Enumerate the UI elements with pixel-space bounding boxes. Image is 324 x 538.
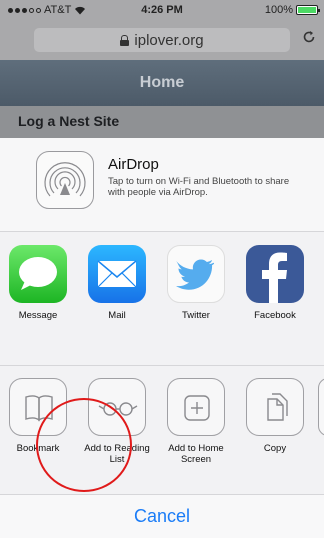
facebook-icon (246, 245, 304, 303)
action-copy[interactable]: Copy (240, 378, 310, 454)
share-apps-row: Message Mail Twitter Facebook (0, 232, 324, 366)
airdrop-icon[interactable] (36, 151, 94, 209)
airdrop-title: AirDrop (108, 156, 159, 173)
share-app-label: Mail (108, 310, 126, 321)
share-app-label: Facebook (254, 310, 296, 321)
lock-icon (120, 34, 130, 46)
copy-icon (246, 378, 304, 436)
twitter-icon (167, 245, 225, 303)
share-app-message[interactable]: Message (3, 245, 73, 321)
site-header-title: Home (139, 74, 185, 91)
battery-percent: 100% (264, 4, 293, 16)
share-app-label: Twitter (182, 310, 210, 321)
share-sheet: AirDrop Tap to turn on Wi-Fi and Bluetoo… (0, 138, 324, 538)
address-field[interactable]: iplover.org (34, 28, 290, 52)
battery-icon (296, 5, 320, 15)
battery-status: 100% (264, 4, 320, 16)
status-bar: AT&T 4:26 PM 100% (0, 0, 324, 20)
action-bookmark[interactable]: Bookmark (3, 378, 73, 454)
messages-icon (9, 245, 67, 303)
url-text: iplover.org (134, 31, 204, 49)
browser-toolbar: iplover.org (0, 20, 324, 60)
airdrop-row[interactable]: AirDrop Tap to turn on Wi-Fi and Bluetoo… (0, 138, 324, 232)
share-actions-row: Bookmark Add to Reading List Add to Home… (0, 366, 324, 494)
action-label: Add to Reading List (84, 443, 150, 465)
cancel-button[interactable]: Cancel (0, 494, 324, 538)
cancel-label: Cancel (133, 506, 191, 526)
more-actions-partial[interactable] (318, 378, 324, 436)
action-label: Copy (263, 443, 287, 454)
action-add-to-home-screen[interactable]: Add to Home Screen (161, 378, 231, 465)
action-add-to-reading-list[interactable]: Add to Reading List (82, 378, 152, 465)
phone-screen: AT&T 4:26 PM 100% iplover.org Home Log a… (0, 0, 324, 538)
share-app-facebook[interactable]: Facebook (240, 245, 310, 321)
action-label: Bookmark (16, 443, 60, 454)
add-to-home-screen-icon (167, 378, 225, 436)
share-app-twitter[interactable]: Twitter (161, 245, 231, 321)
share-app-mail[interactable]: Mail (82, 245, 152, 321)
action-label: Add to Home Screen (168, 443, 224, 465)
site-section-title: Log a Nest Site (18, 113, 120, 129)
reading-list-icon (88, 378, 146, 436)
mail-icon (88, 245, 146, 303)
reload-icon[interactable] (302, 30, 316, 44)
airdrop-description: Tap to turn on Wi-Fi and Bluetooth to sh… (108, 176, 290, 198)
site-header: Home (0, 60, 324, 106)
bookmark-icon (9, 378, 67, 436)
share-app-label: Message (18, 310, 58, 321)
